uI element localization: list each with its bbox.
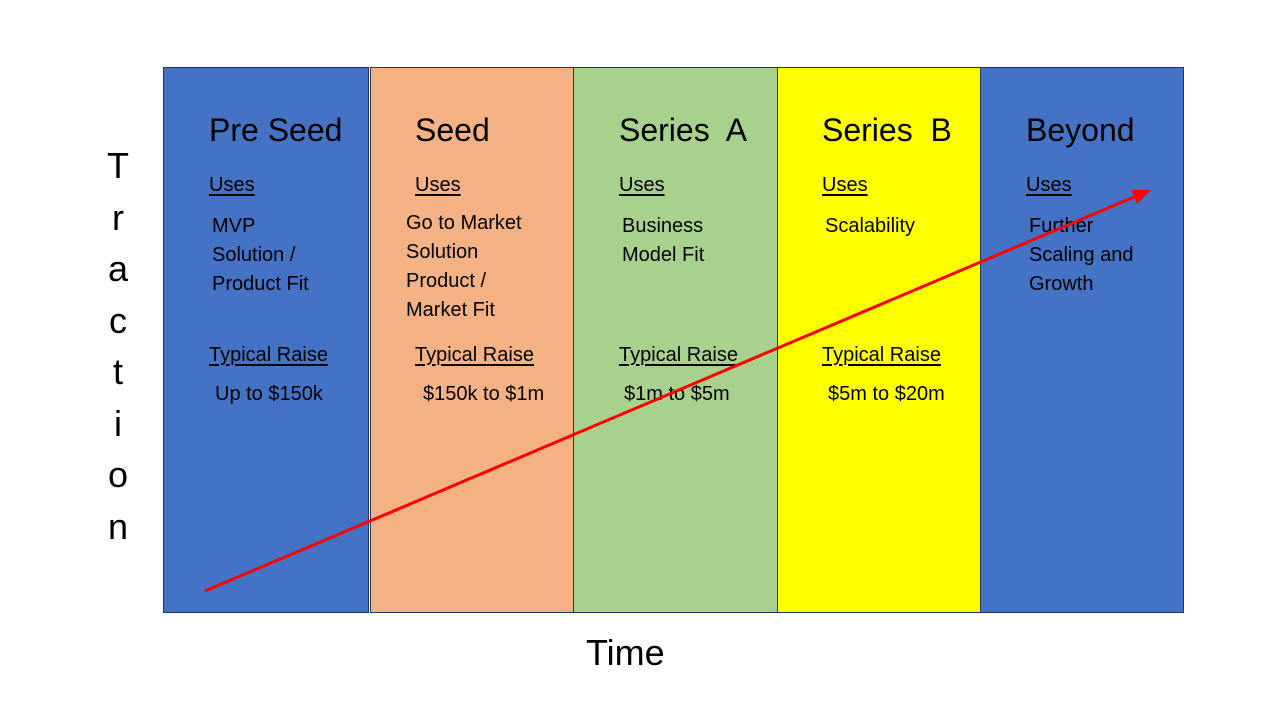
stage-title: Pre Seed — [209, 112, 343, 148]
uses-text: MVP Solution / Product Fit — [212, 215, 309, 295]
y-axis-letter: o — [107, 454, 129, 495]
uses-label: Uses — [209, 174, 255, 196]
y-axis-letter: a — [107, 248, 129, 289]
uses-label: Uses — [619, 174, 665, 196]
stage-seed: Seed Uses Go to Market Solution Product … — [370, 67, 574, 613]
typical-raise-label: Typical Raise — [822, 344, 941, 366]
typical-raise-value: $150k to $1m — [423, 383, 545, 405]
y-axis-letter: c — [109, 299, 127, 341]
stage-pre-seed: Pre Seed Uses MVP Solution / Product Fit… — [163, 67, 369, 613]
uses-text: Go to Market Solution Product / Market F… — [406, 212, 522, 321]
typical-raise-value: Up to $150k — [215, 383, 323, 405]
typical-raise-label: Typical Raise — [415, 344, 534, 366]
y-axis-label: Traction — [100, 140, 136, 552]
typical-raise-value: $1m to $5m — [624, 383, 730, 405]
stage-title: Series A — [619, 112, 748, 148]
typical-raise-label: Typical Raise — [209, 344, 328, 366]
stage-series-b: Series B Uses Scalability Typical Raise … — [777, 67, 981, 613]
uses-label: Uses — [415, 174, 461, 196]
stage-title: Seed — [415, 112, 490, 148]
stage-title: Beyond — [1026, 112, 1135, 148]
stage-series-a: Series A Uses Business Model Fit Typical… — [573, 67, 778, 613]
y-axis-letter: T — [107, 145, 129, 186]
uses-label: Uses — [1026, 174, 1072, 196]
typical-raise-value: $5m to $20m — [828, 383, 945, 405]
typical-raise-label: Typical Raise — [619, 344, 738, 366]
uses-label: Uses — [822, 174, 868, 196]
y-axis-letter: i — [114, 402, 122, 444]
stage-beyond: Beyond Uses Further Scaling and Growth — [980, 67, 1184, 613]
uses-text: Business Model Fit — [622, 215, 705, 266]
uses-text: Scalability — [825, 215, 916, 237]
stage-title: Series B — [822, 112, 952, 148]
y-axis-letter: n — [107, 505, 129, 547]
y-axis-letter: t — [112, 351, 123, 392]
uses-text: Further Scaling and Growth — [1029, 215, 1134, 295]
x-axis-label: Time — [586, 632, 665, 673]
y-axis-letter: r — [112, 196, 124, 238]
